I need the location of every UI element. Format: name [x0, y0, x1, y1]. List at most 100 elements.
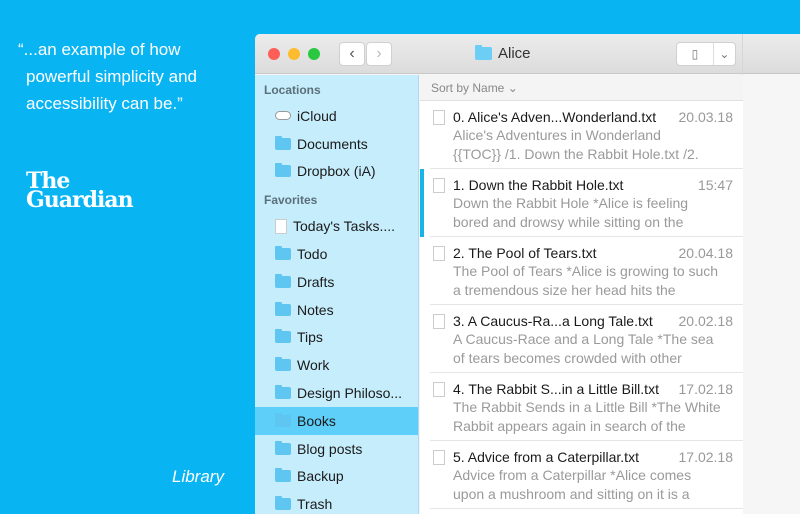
file-name: 3. A Caucus-Ra...a Long Tale.txt [453, 313, 653, 329]
promo-quote: “...an example of how powerful simplicit… [18, 36, 248, 117]
file-row[interactable]: 4. The Rabbit S...in a Little Bill.txt 17… [430, 373, 743, 441]
file-name: 5. Advice from a Caterpillar.txt [453, 449, 639, 465]
folder-icon [275, 496, 291, 511]
file-preview: bored and drowsy while sitting on the [453, 214, 684, 230]
file-preview: A Caucus-Race and a Long Tale *The sea [453, 331, 714, 347]
titlebar: ‹ › Alice ▯ ⌄ [255, 34, 800, 74]
sidebar-item-label: Design Philoso... [297, 385, 403, 402]
sidebar-item[interactable]: Work [255, 351, 418, 379]
caption: Library [172, 467, 224, 486]
window-title: Alice [475, 45, 531, 62]
title-text: Alice [498, 45, 531, 62]
file-preview: The Pool of Tears *Alice is growing to s… [453, 263, 719, 279]
folder-icon [275, 385, 291, 400]
sidebar-item-label: Drafts [297, 273, 335, 290]
folder-icon [275, 329, 291, 344]
close-button[interactable] [268, 48, 280, 60]
file-title-row: 1. Down the Rabbit Hole.txt 15:47 [453, 176, 733, 194]
sidebar-item-label: Books [297, 412, 336, 429]
folder-icon [275, 357, 291, 372]
file-name: 4. The Rabbit S...in a Little Bill.txt [453, 381, 659, 397]
file-title-row: 0. Alice's Adven...Wonderland.txt 20.03.1… [453, 108, 733, 126]
file-name: 0. Alice's Adven...Wonderland.txt [453, 109, 657, 125]
folder-icon [275, 135, 291, 150]
folder-icon [275, 440, 291, 455]
sidebar: Locations iCloud Documents Dropbox (iA) Favo… [255, 75, 419, 514]
section-favorites: Favorites [264, 193, 318, 208]
section-locations: Locations [264, 83, 321, 97]
file-preview: upon a mushroom and sitting on it is a [453, 486, 690, 502]
sidebar-item[interactable]: Blog posts [255, 435, 418, 463]
logo-line: Guardian [26, 187, 134, 213]
view-toggle[interactable]: ▯ ⌄ [676, 42, 736, 66]
sidebar-item-label: Trash [297, 496, 333, 513]
sidebar-item[interactable]: iCloud [255, 102, 418, 130]
file-date: 20.04.18 [678, 245, 734, 261]
file-date: 17.02.18 [678, 381, 734, 397]
file-date: 17.02.18 [678, 449, 734, 465]
minimize-button[interactable] [288, 48, 300, 60]
sidebar-item[interactable]: Drafts [255, 268, 418, 296]
sidebar-item-label: Tips [297, 329, 323, 346]
file-row[interactable]: 2. The Pool of Tears.txt 20.04.18 The Pool… [430, 237, 743, 305]
file-row[interactable]: 1. Down the Rabbit Hole.txt 15:47 Down the… [420, 169, 743, 237]
file-preview: Down the Rabbit Hole *Alice is feeling [453, 195, 689, 211]
folder-icon [275, 273, 291, 288]
quote-line: accessibility can be.” [26, 94, 183, 113]
file-date: 20.02.18 [678, 313, 734, 329]
file-preview: {{TOC}} /1. Down the Rabbit Hole.txt /2. [453, 146, 699, 162]
sidebar-item[interactable]: Tips [255, 324, 418, 352]
file-title-row: 4. The Rabbit S...in a Little Bill.txt 17… [453, 380, 733, 398]
sort-menu[interactable]: Sort by Name ⌄ [420, 75, 743, 101]
sidebar-icon[interactable]: ▯ [677, 43, 714, 65]
file-row[interactable]: 5. Advice from a Caterpillar.txt 17.02.18… [430, 441, 743, 509]
sidebar-item-label: Blog posts [297, 440, 363, 457]
file-row[interactable]: 0. Alice's Adven...Wonderland.txt 20.03.1… [430, 101, 743, 169]
file-preview: Alice's Adventures in Wonderland [453, 127, 661, 143]
forward-button[interactable]: › [366, 42, 392, 66]
sidebar-item-label: Documents [297, 135, 368, 152]
zoom-button[interactable] [308, 48, 320, 60]
sidebar-item-label: iCloud [297, 107, 337, 124]
sidebar-item-label: Dropbox (iA) [297, 163, 376, 180]
document-icon [433, 450, 445, 465]
file-preview: Advice from a Caterpillar *Alice comes [453, 467, 692, 483]
document-icon [433, 178, 445, 193]
sidebar-item[interactable]: Trash [255, 490, 418, 514]
sidebar-item[interactable]: Todo [255, 240, 418, 268]
file-preview: a tremendous size her head hits the [453, 282, 676, 298]
finder-window: ‹ › Alice ▯ ⌄ Locations iCloud Documents Dro… [255, 34, 800, 514]
folder-icon [275, 412, 291, 427]
sidebar-item[interactable]: Today's Tasks.... [255, 212, 418, 240]
file-preview: Rabbit appears again in search of the [453, 418, 686, 434]
back-button[interactable]: ‹ [339, 42, 365, 66]
file-preview: of tears becomes crowded with other [453, 350, 682, 366]
chevron-down-icon[interactable]: ⌄ [714, 43, 735, 65]
document-icon [275, 218, 287, 234]
quote-line: powerful simplicity and [26, 67, 198, 86]
sidebar-item[interactable]: Dropbox (iA) [255, 158, 418, 186]
sidebar-item-label: Todo [297, 246, 328, 263]
file-date: 15:47 [697, 177, 733, 193]
folder-icon [475, 45, 492, 60]
sidebar-item[interactable]: Books [255, 406, 418, 435]
file-list: Sort by Name ⌄ 0. Alice's Adven...Wonder… [420, 75, 743, 514]
document-icon [433, 382, 445, 397]
sidebar-item[interactable]: Documents [255, 130, 418, 158]
quote-line: “...an example of how [18, 40, 181, 59]
file-date: 20.03.18 [678, 109, 734, 125]
document-icon [433, 314, 445, 329]
file-preview: The Rabbit Sends in a Little Bill *The W… [453, 399, 721, 415]
folder-icon [275, 301, 291, 316]
sidebar-item-label: Notes [297, 301, 334, 318]
file-name: 1. Down the Rabbit Hole.txt [453, 177, 624, 193]
file-row[interactable]: 3. A Caucus-Ra...a Long Tale.txt 20.02.18… [430, 305, 743, 373]
folder-icon [275, 468, 291, 483]
sidebar-item-label: Backup [297, 468, 344, 485]
sidebar-item-label: Today's Tasks.... [293, 218, 396, 235]
sidebar-item-label: Work [297, 357, 330, 374]
sidebar-item[interactable]: Backup [255, 463, 418, 491]
sidebar-item[interactable]: Design Philoso... [255, 379, 418, 407]
guardian-logo: The Guardian [26, 170, 134, 213]
sidebar-item[interactable]: Notes [255, 296, 418, 324]
